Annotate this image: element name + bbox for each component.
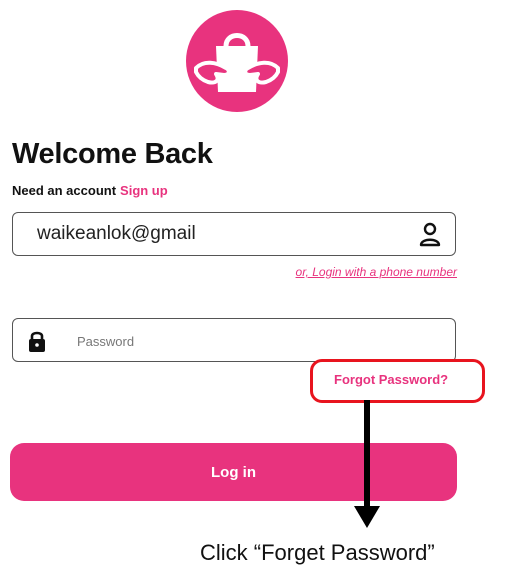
forgot-password-link[interactable]: Forgot Password? <box>334 372 448 387</box>
need-account-text: Need an account <box>12 183 117 198</box>
email-field[interactable]: waikeanlok@gmail <box>12 212 456 256</box>
password-field[interactable] <box>12 318 456 362</box>
signup-prompt: Need an account Sign up <box>12 183 168 198</box>
password-input[interactable] <box>75 329 439 353</box>
signup-link[interactable]: Sign up <box>120 183 168 198</box>
email-value: waikeanlok@gmail <box>37 223 196 244</box>
annotation-arrow-icon <box>354 400 380 528</box>
shopping-bag-hug-icon <box>194 33 280 92</box>
login-button[interactable]: Log in <box>10 443 457 501</box>
user-icon <box>419 222 441 247</box>
lock-icon <box>29 331 45 352</box>
page-title: Welcome Back <box>12 138 213 170</box>
annotation-caption: Click “Forget Password” <box>200 540 435 565</box>
app-logo <box>186 10 288 112</box>
phone-login-link[interactable]: or, Login with a phone number <box>296 265 457 279</box>
